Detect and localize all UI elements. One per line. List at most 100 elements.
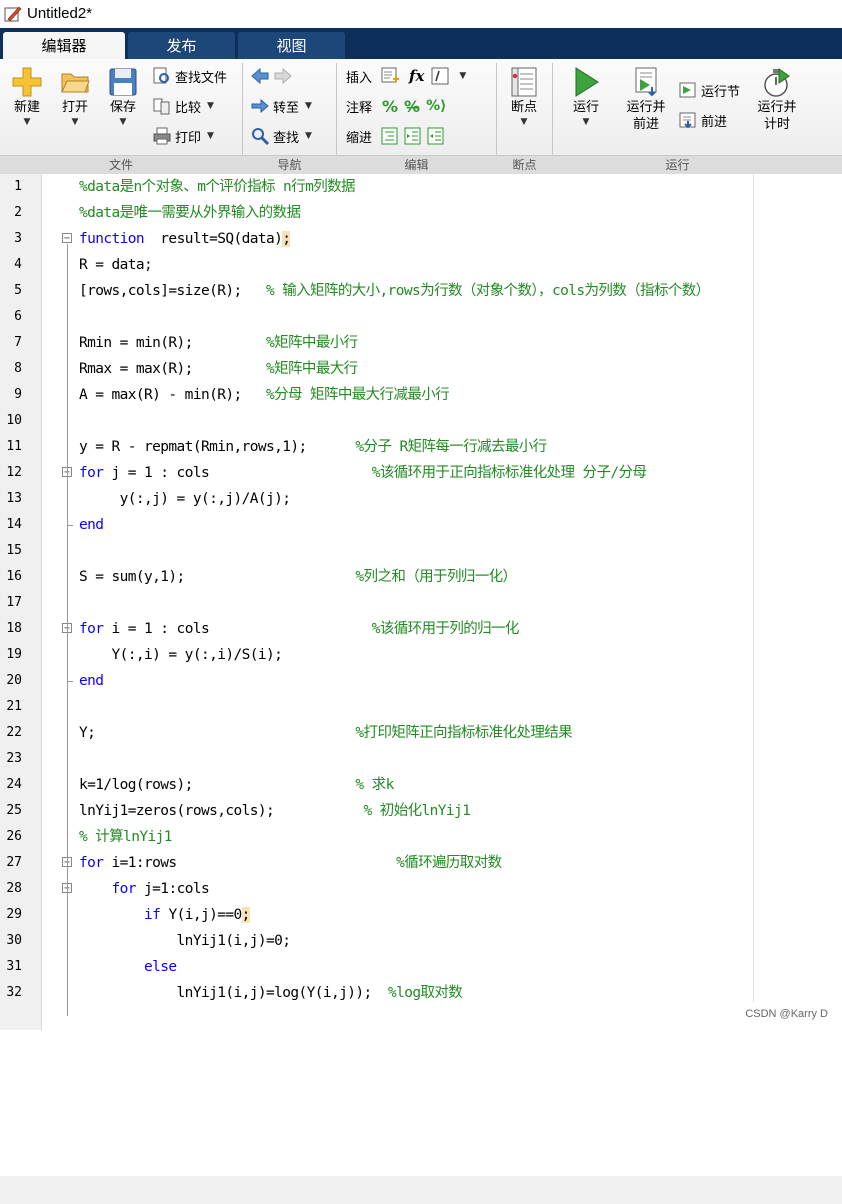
code-text[interactable]: [rows,cols]=size(R); % 输入矩阵的大小,rows为行数（对…	[79, 278, 710, 304]
code-text[interactable]: y = R - repmat(Rmin,rows,1); %分子 R矩阵每一行减…	[79, 434, 547, 460]
breakpoints-button[interactable]: 断点 ▼	[502, 65, 546, 128]
code-text[interactable]: lnYij1(i,j)=0;	[79, 928, 291, 954]
code-text[interactable]: Y(:,i) = y(:,i)/S(i);	[79, 642, 283, 668]
chevron-down-icon: ▼	[520, 117, 528, 127]
code-line[interactable]: 32 lnYij1(i,j)=log(Y(i,j)); %log取对数	[0, 980, 842, 1006]
code-line[interactable]: 13 y(:,j) = y(:,j)/A(j);	[0, 486, 842, 512]
tab-publish[interactable]: 发布	[128, 32, 235, 59]
code-editor[interactable]: 1 %data是n个对象、m个评价指标 n行m列数据 2 %data是唯一需要从外界输…	[0, 174, 842, 1204]
code-text[interactable]: % 计算lnYij1	[79, 824, 172, 850]
code-text[interactable]: y(:,j) = y(:,j)/A(j);	[79, 486, 291, 512]
open-button[interactable]: 打开 ▼	[54, 65, 96, 128]
code-text[interactable]: else	[79, 954, 177, 980]
find-button[interactable]: 查找 ▼	[250, 125, 312, 147]
find-files-button[interactable]: 查找文件	[152, 65, 227, 87]
code-line[interactable]: 22 Y; %打印矩阵正向指标标准化处理结果	[0, 720, 842, 746]
code-line[interactable]: 29 if Y(i,j)==0;	[0, 902, 842, 928]
code-line[interactable]: 11 y = R - repmat(Rmin,rows,1); %分子 R矩阵每一…	[0, 434, 842, 460]
code-text[interactable]: for i=1:rows %循环遍历取对数	[79, 850, 502, 876]
line-number: 21	[6, 699, 22, 714]
decrease-indent-icon[interactable]	[426, 126, 446, 146]
line-number: 10	[6, 413, 22, 428]
code-line[interactable]: 15	[0, 538, 842, 564]
code-text[interactable]: for i = 1 : cols %该循环用于列的归一化	[79, 616, 519, 642]
code-text[interactable]: %data是唯一需要从外界输入的数据	[79, 200, 301, 226]
smart-indent-icon[interactable]	[380, 126, 400, 146]
code-line[interactable]: 4 R = data;	[0, 252, 842, 278]
run-button[interactable]: 运行 ▼	[564, 65, 608, 128]
code-line[interactable]: 27−for i=1:rows %循环遍历取对数	[0, 850, 842, 876]
tab-editor[interactable]: 编辑器	[3, 32, 125, 59]
code-line[interactable]: 7 Rmin = min(R); %矩阵中最小行	[0, 330, 842, 356]
code-line[interactable]: 30 lnYij1(i,j)=0;	[0, 928, 842, 954]
chevron-down-icon: ▼	[305, 101, 312, 111]
code-line[interactable]: 25 lnYij1=zeros(rows,cols); % 初始化lnYij1	[0, 798, 842, 824]
insert-section-icon[interactable]	[380, 66, 400, 86]
line-number: 23	[6, 751, 22, 766]
ribbon-tab-bar: 编辑器 发布 视图	[0, 28, 842, 59]
increase-indent-icon[interactable]	[403, 126, 423, 146]
run-and-advance-button[interactable]: 运行并 前进	[620, 65, 672, 133]
code-line[interactable]: 26 % 计算lnYij1	[0, 824, 842, 850]
tab-view[interactable]: 视图	[238, 32, 345, 59]
code-text[interactable]: end	[79, 512, 104, 538]
code-text[interactable]: for j = 1 : cols %该循环用于正向指标标准化处理 分子/分母	[79, 460, 647, 486]
code-text[interactable]: Rmax = max(R); %矩阵中最大行	[79, 356, 358, 382]
code-line[interactable]: 8 Rmax = max(R); %矩阵中最大行	[0, 356, 842, 382]
code-line[interactable]: 24 k=1/log(rows); % 求k	[0, 772, 842, 798]
line-number: 18	[6, 621, 22, 636]
code-text[interactable]: lnYij1(i,j)=log(Y(i,j)); %log取对数	[79, 980, 463, 1006]
code-line[interactable]: 3 − function result=SQ(data);	[0, 226, 842, 252]
compare-button[interactable]: 比较 ▼	[152, 95, 214, 117]
code-line[interactable]: 23	[0, 746, 842, 772]
code-line[interactable]: 9 A = max(R) - min(R); %分母 矩阵中最大行减最小行	[0, 382, 842, 408]
code-text[interactable]: lnYij1=zeros(rows,cols); % 初始化lnYij1	[79, 798, 471, 824]
advance-button[interactable]: 前进	[678, 109, 727, 131]
code-line[interactable]: 18−for i = 1 : cols %该循环用于列的归一化	[0, 616, 842, 642]
save-button[interactable]: 保存 ▼	[102, 65, 144, 128]
code-line[interactable]: 20 end	[0, 668, 842, 694]
run-section-button[interactable]: 运行节	[678, 79, 740, 101]
uncomment-icon[interactable]: %̶	[404, 97, 420, 116]
code-line[interactable]: 28− for j=1:cols	[0, 876, 842, 902]
code-text[interactable]: end	[79, 668, 104, 694]
code-line[interactable]: 2 %data是唯一需要从外界输入的数据	[0, 200, 842, 226]
code-text[interactable]: Rmin = min(R); %矩阵中最小行	[79, 330, 358, 356]
code-line[interactable]: 1 %data是n个对象、m个评价指标 n行m列数据	[0, 174, 842, 200]
code-text[interactable]: A = max(R) - min(R); %分母 矩阵中最大行减最小行	[79, 382, 450, 408]
code-line[interactable]: 17	[0, 590, 842, 616]
code-line[interactable]: 6	[0, 304, 842, 330]
code-line[interactable]: 14 end	[0, 512, 842, 538]
code-text[interactable]: %data是n个对象、m个评价指标 n行m列数据	[79, 174, 356, 200]
wrap-comment-icon[interactable]: %⟩	[426, 98, 446, 114]
goto-arrow-icon	[251, 98, 269, 114]
code-line[interactable]: 12−for j = 1 : cols %该循环用于正向指标标准化处理 分子/分…	[0, 460, 842, 486]
forward-arrow-icon[interactable]	[273, 66, 293, 86]
code-line[interactable]: 19 Y(:,i) = y(:,i)/S(i);	[0, 642, 842, 668]
new-button[interactable]: 新建 ▼	[6, 65, 48, 128]
print-button[interactable]: 打印 ▼	[152, 125, 214, 147]
code-text[interactable]: function result=SQ(data);	[79, 226, 291, 252]
back-forward-buttons[interactable]	[250, 65, 296, 87]
indent-row: 缩进	[346, 125, 449, 147]
code-line[interactable]: 16 S = sum(y,1); %列之和（用于列归一化）	[0, 564, 842, 590]
code-text[interactable]: Y; %打印矩阵正向指标标准化处理结果	[79, 720, 573, 746]
back-arrow-icon[interactable]	[250, 66, 270, 86]
code-line[interactable]: 5 [rows,cols]=size(R); % 输入矩阵的大小,rows为行数（…	[0, 278, 842, 304]
code-text[interactable]: k=1/log(rows); % 求k	[79, 772, 394, 798]
line-number: 2	[14, 205, 22, 220]
goto-button[interactable]: 转至 ▼	[250, 95, 312, 117]
comment-percent-icon[interactable]: %	[382, 97, 398, 116]
code-text[interactable]: if Y(i,j)==0;	[79, 902, 250, 928]
window-title: Untitled2*	[27, 5, 93, 22]
code-text[interactable]: R = data;	[79, 252, 153, 278]
code-line[interactable]: 10	[0, 408, 842, 434]
fold-toggle-icon[interactable]: −	[62, 233, 72, 244]
run-and-time-button[interactable]: 运行并 计时	[752, 65, 802, 133]
fx-icon[interactable]: fx	[409, 67, 424, 85]
insert-function-icon[interactable]	[430, 66, 450, 86]
code-text[interactable]: for j=1:cols	[79, 876, 210, 902]
code-line[interactable]: 31 else	[0, 954, 842, 980]
code-line[interactable]: 21	[0, 694, 842, 720]
code-text[interactable]: S = sum(y,1); %列之和（用于列归一化）	[79, 564, 517, 590]
